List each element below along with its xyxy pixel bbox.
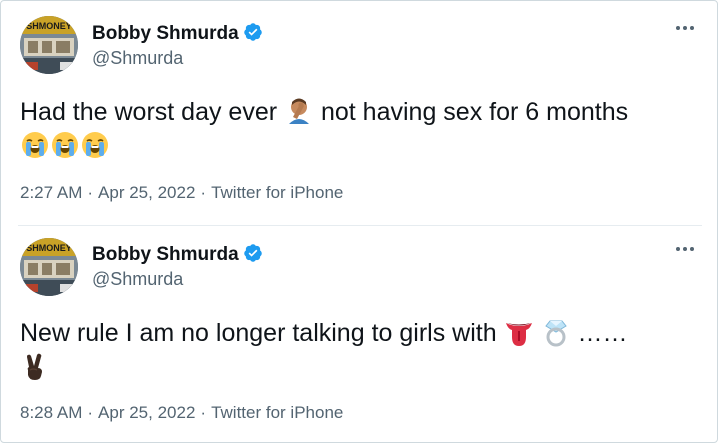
meta-separator: · [200, 183, 207, 202]
tweet[interactable]: SHMONEY Bobby Shmurda @Shmurda Had the w… [0, 0, 720, 226]
tweet-text: Had the worst day ever not having sex fo… [20, 95, 710, 163]
tweet-meta: 2:27 AM · Apr 25, 2022 · Twitter for iPhone [20, 183, 343, 203]
tweet-meta: 8:28 AM · Apr 25, 2022 · Twitter for iPhone [20, 403, 343, 423]
tweet-text-part: not having sex for 6 months [320, 98, 629, 126]
tweet-time[interactable]: 8:28 AM [20, 403, 82, 422]
avatar-badge-text: SHMONEY [26, 21, 72, 31]
author-handle[interactable]: @Shmurda [92, 48, 183, 68]
tweet-text-part: Had the worst day ever [20, 98, 278, 126]
ring-emoji [541, 317, 571, 347]
victory-hand-emoji [20, 351, 50, 381]
tweet-source[interactable]: Twitter for iPhone [211, 403, 343, 422]
crying-face-emoji [80, 130, 110, 160]
verified-badge-icon [243, 244, 262, 262]
meta-separator: · [87, 183, 94, 202]
avatar-badge-text: SHMONEY [26, 243, 72, 253]
tongue-emoji [504, 317, 534, 347]
tweet-text-part: New rule I am no longer talking to girls… [20, 319, 497, 347]
facepalm-emoji [284, 96, 314, 126]
tweet-source[interactable]: Twitter for iPhone [211, 183, 343, 202]
shmoney-avatar-icon: SHMONEY [20, 16, 78, 74]
tweet-text: New rule I am no longer talking to girls… [20, 316, 710, 384]
author-name[interactable]: Bobby Shmurda [92, 243, 263, 266]
tweet-text-line-2 [20, 129, 710, 163]
tweet-text-line-1: Had the worst day ever not having sex fo… [20, 95, 710, 129]
meta-separator: · [87, 403, 94, 422]
tweet-date[interactable]: Apr 25, 2022 [98, 183, 195, 202]
avatar[interactable]: SHMONEY [20, 16, 78, 74]
tweet-text-part: …… [577, 319, 628, 347]
author-name[interactable]: Bobby Shmurda [92, 22, 263, 45]
author-name-label[interactable]: Bobby Shmurda [92, 244, 239, 265]
author-handle[interactable]: @Shmurda [92, 269, 183, 289]
crying-face-emoji [50, 130, 80, 160]
author-name-label[interactable]: Bobby Shmurda [92, 23, 239, 44]
tweet-date[interactable]: Apr 25, 2022 [98, 403, 195, 422]
tweet-time[interactable]: 2:27 AM [20, 183, 82, 202]
crying-face-emoji [20, 130, 50, 160]
meta-separator: · [200, 403, 207, 422]
tweet-text-line-1: New rule I am no longer talking to girls… [20, 316, 710, 350]
more-options-icon[interactable] [674, 24, 696, 32]
shmoney-avatar-icon: SHMONEY [20, 238, 78, 296]
tweet[interactable]: SHMONEY Bobby Shmurda @Shmurda New rule … [0, 226, 720, 445]
avatar[interactable]: SHMONEY [20, 238, 78, 296]
tweet-text-line-2 [20, 350, 710, 384]
verified-badge-icon [243, 23, 262, 41]
more-options-icon[interactable] [674, 245, 696, 253]
